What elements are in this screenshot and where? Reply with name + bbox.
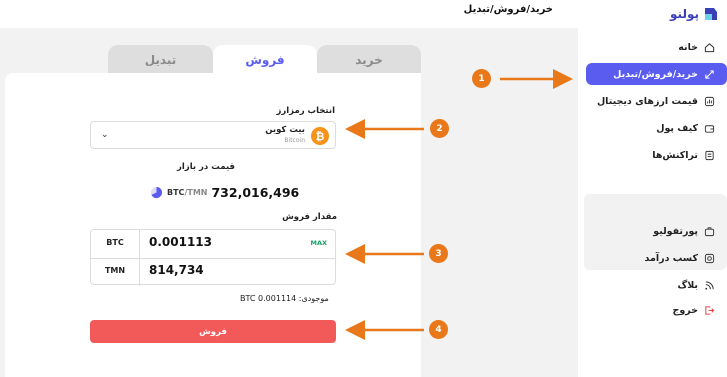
annotation-arrows — [345, 69, 573, 340]
annotation-badge-3: 3 — [429, 244, 448, 263]
annotation-badge-1: 1 — [472, 69, 491, 88]
annotation-badge-2: 2 — [430, 119, 449, 138]
annotation-badge-4: 4 — [429, 320, 448, 339]
